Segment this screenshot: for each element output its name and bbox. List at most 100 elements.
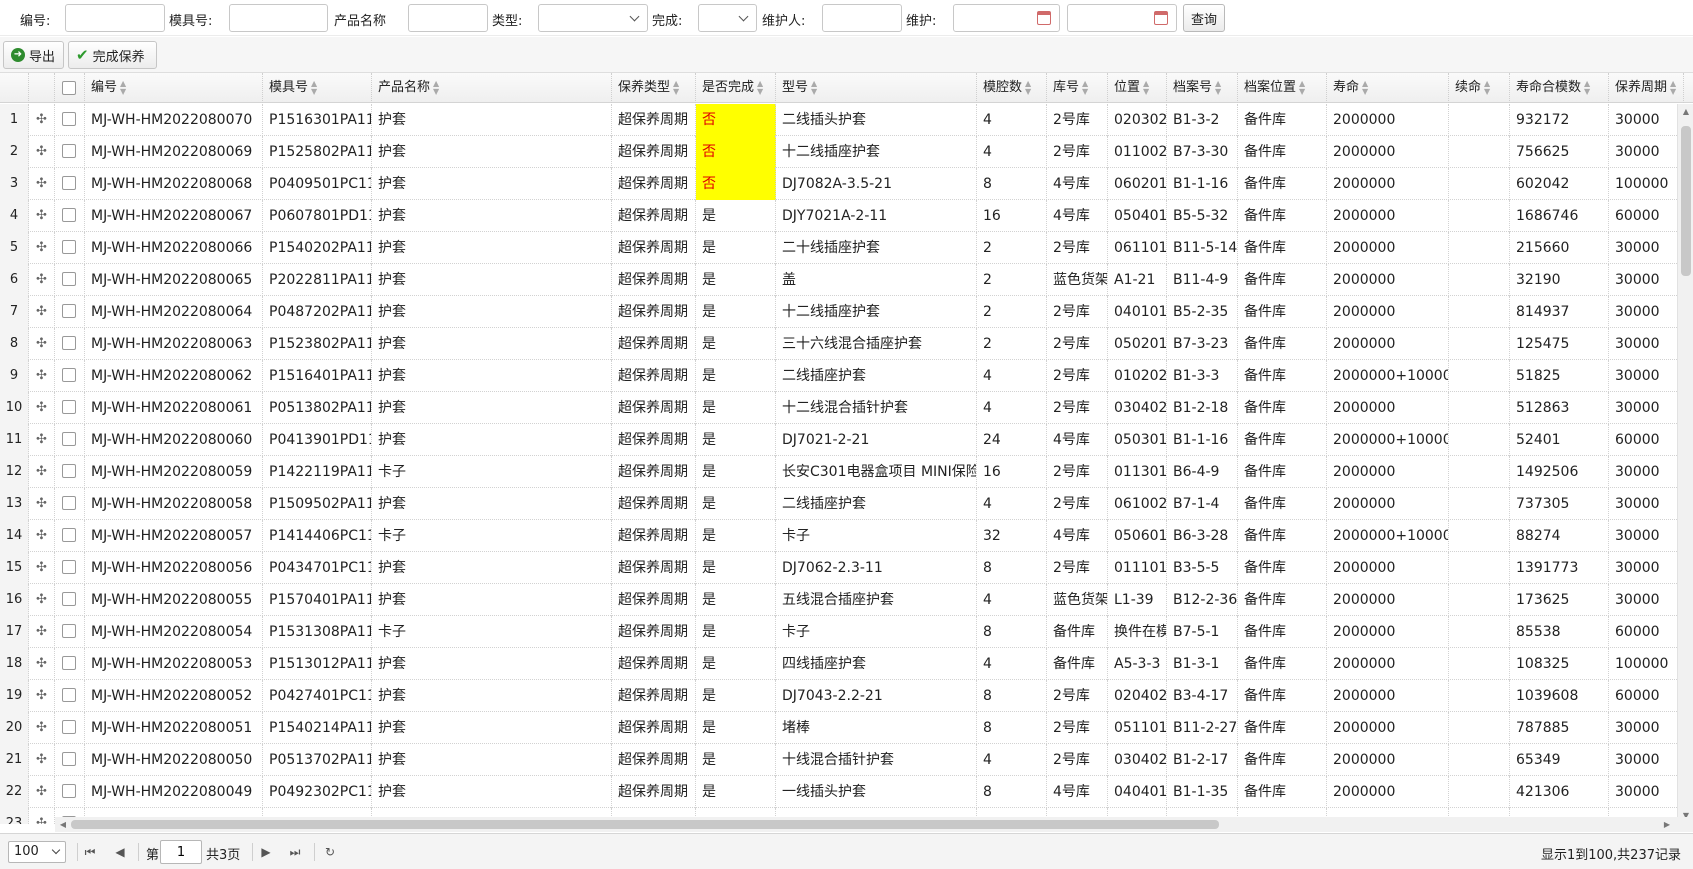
- table-row[interactable]: 2 ✣ MJ-WH-HM2022080069 P1525802PA11 护套 超保养周期否…: [0, 136, 1693, 168]
- column-header-maintenance-cycle[interactable]: 保养周期 ▲ ▼: [1609, 73, 1684, 103]
- expand-row-icon[interactable]: ✣: [29, 520, 55, 552]
- row-checkbox[interactable]: [62, 400, 76, 414]
- expand-row-icon[interactable]: ✣: [29, 488, 55, 520]
- next-page-icon[interactable]: ▶: [256, 842, 276, 862]
- sort-icon[interactable]: ▲ ▼: [1670, 79, 1676, 96]
- page-size-select[interactable]: 100: [8, 841, 66, 863]
- sort-icon[interactable]: ▲ ▼: [1299, 79, 1305, 96]
- horizontal-scrollbar[interactable]: ◀ ▶: [55, 817, 1693, 832]
- table-row[interactable]: 8 ✣ MJ-WH-HM2022080063 P1523802PA11 护套 超保养周期是…: [0, 328, 1693, 360]
- expand-row-icon[interactable]: ✣: [29, 552, 55, 584]
- expand-row-icon[interactable]: ✣: [29, 808, 55, 824]
- row-checkbox[interactable]: [62, 144, 76, 158]
- row-checkbox[interactable]: [62, 496, 76, 510]
- sort-icon[interactable]: ▲ ▼: [811, 79, 817, 96]
- expand-row-icon[interactable]: ✣: [29, 232, 55, 264]
- expand-row-icon[interactable]: ✣: [29, 328, 55, 360]
- expand-row-icon[interactable]: ✣: [29, 680, 55, 712]
- table-row[interactable]: 22 ✣ MJ-WH-HM2022080049 P0492302PC11 护套 超保养周期…: [0, 776, 1693, 808]
- table-row[interactable]: 16 ✣ MJ-WH-HM2022080055 P1570401PA11 护套 超保养周期…: [0, 584, 1693, 616]
- sort-icon[interactable]: ▲ ▼: [311, 79, 317, 96]
- scroll-left-arrow-icon[interactable]: ◀: [55, 817, 71, 832]
- column-header-life-mold-count[interactable]: 寿命合模数 ▲ ▼: [1510, 73, 1609, 103]
- sort-icon[interactable]: ▲ ▼: [1215, 79, 1221, 96]
- table-row[interactable]: 20 ✣ MJ-WH-HM2022080051 P1540214PA11 护套 超保养周期…: [0, 712, 1693, 744]
- row-checkbox[interactable]: [62, 208, 76, 222]
- header-row-checkbox[interactable]: [55, 73, 85, 103]
- expand-row-icon[interactable]: ✣: [29, 264, 55, 296]
- sort-icon[interactable]: ▲ ▼: [120, 79, 126, 96]
- maint-date-from[interactable]: [953, 4, 1060, 32]
- column-header-archive-location[interactable]: 档案位置 ▲ ▼: [1238, 73, 1327, 103]
- maint-date-to[interactable]: [1067, 4, 1177, 32]
- row-checkbox[interactable]: [62, 624, 76, 638]
- first-page-icon[interactable]: ⏮: [80, 842, 100, 862]
- row-checkbox[interactable]: [62, 336, 76, 350]
- expand-row-icon[interactable]: ✣: [29, 104, 55, 136]
- table-row[interactable]: 14 ✣ MJ-WH-HM2022080057 P1414406PC11 卡子 超保养周期…: [0, 520, 1693, 552]
- table-row[interactable]: 9 ✣ MJ-WH-HM2022080062 P1516401PA11 护套 超保养周期是…: [0, 360, 1693, 392]
- row-checkbox[interactable]: [62, 592, 76, 606]
- column-header-life-extension[interactable]: 续命 ▲ ▼: [1449, 73, 1510, 103]
- expand-row-icon[interactable]: ✣: [29, 168, 55, 200]
- done-select[interactable]: [698, 4, 757, 32]
- row-checkbox[interactable]: [62, 272, 76, 286]
- complete-maintenance-button[interactable]: ✔ 完成保养: [68, 41, 157, 69]
- column-header-is-completed[interactable]: 是否完成 ▲ ▼: [696, 73, 776, 103]
- row-checkbox[interactable]: [62, 784, 76, 798]
- row-checkbox[interactable]: [62, 176, 76, 190]
- row-checkbox[interactable]: [62, 304, 76, 318]
- export-button[interactable]: ➜ 导出: [3, 41, 64, 69]
- table-row[interactable]: 13 ✣ MJ-WH-HM2022080058 P1509502PA11 护套 超保养周期…: [0, 488, 1693, 520]
- table-row[interactable]: 19 ✣ MJ-WH-HM2022080052 P0427401PC11 护套 超保养周期…: [0, 680, 1693, 712]
- row-checkbox[interactable]: [62, 240, 76, 254]
- row-checkbox[interactable]: [62, 720, 76, 734]
- type-select[interactable]: [538, 4, 648, 32]
- sort-icon[interactable]: ▲ ▼: [1362, 79, 1368, 96]
- row-checkbox[interactable]: [62, 752, 76, 766]
- vertical-scrollbar[interactable]: ▲ ▼: [1677, 104, 1693, 824]
- expand-row-icon[interactable]: ✣: [29, 360, 55, 392]
- row-checkbox[interactable]: [62, 368, 76, 382]
- vertical-scroll-thumb[interactable]: [1681, 126, 1691, 276]
- expand-row-icon[interactable]: ✣: [29, 424, 55, 456]
- table-row[interactable]: 21 ✣ MJ-WH-HM2022080050 P0513702PA11 护套 超保养周期…: [0, 744, 1693, 776]
- row-checkbox[interactable]: [62, 464, 76, 478]
- scroll-right-arrow-icon[interactable]: ▶: [1659, 817, 1675, 832]
- row-checkbox[interactable]: [62, 560, 76, 574]
- maintainer-input[interactable]: [822, 4, 902, 32]
- table-row[interactable]: 17 ✣ MJ-WH-HM2022080054 P1531308PA11 卡子 超保养周期…: [0, 616, 1693, 648]
- calendar-icon[interactable]: [1037, 11, 1051, 25]
- expand-row-icon[interactable]: ✣: [29, 456, 55, 488]
- column-header-life[interactable]: 寿命 ▲ ▼: [1327, 73, 1449, 103]
- sort-icon[interactable]: ▲ ▼: [1082, 79, 1088, 96]
- column-header-maintenance-type[interactable]: 保养类型 ▲ ▼: [612, 73, 696, 103]
- table-row[interactable]: 7 ✣ MJ-WH-HM2022080064 P0487202PA11 护套 超保养周期是…: [0, 296, 1693, 328]
- table-row[interactable]: 5 ✣ MJ-WH-HM2022080066 P1540202PA11 护套 超保养周期是…: [0, 232, 1693, 264]
- sort-icon[interactable]: ▲ ▼: [1143, 79, 1149, 96]
- table-row[interactable]: 12 ✣ MJ-WH-HM2022080059 P1422119PA11 卡子 超保养周期…: [0, 456, 1693, 488]
- table-row[interactable]: 1 ✣ MJ-WH-HM2022080070 P1516301PA11 护套 超保养周期否…: [0, 104, 1693, 136]
- last-page-icon[interactable]: ⏭: [285, 842, 305, 862]
- table-row[interactable]: 6 ✣ MJ-WH-HM2022080065 P2022811PA11 护套 超保养周期是…: [0, 264, 1693, 296]
- expand-row-icon[interactable]: ✣: [29, 136, 55, 168]
- expand-row-icon[interactable]: ✣: [29, 648, 55, 680]
- table-row[interactable]: 15 ✣ MJ-WH-HM2022080056 P0434701PC11 护套 超保养周期…: [0, 552, 1693, 584]
- row-checkbox[interactable]: [62, 528, 76, 542]
- row-checkbox[interactable]: [62, 112, 76, 126]
- column-header-cavity-count[interactable]: 模腔数 ▲ ▼: [977, 73, 1047, 103]
- table-row[interactable]: 18 ✣ MJ-WH-HM2022080053 P1513012PA11 护套 超保养周期…: [0, 648, 1693, 680]
- sort-icon[interactable]: ▲ ▼: [1584, 79, 1590, 96]
- sort-icon[interactable]: ▲ ▼: [1484, 79, 1490, 96]
- table-row[interactable]: 4 ✣ MJ-WH-HM2022080067 P0607801PD11 护套 超保养周期是…: [0, 200, 1693, 232]
- column-header-warehouse[interactable]: 库号 ▲ ▼: [1047, 73, 1108, 103]
- column-header-location[interactable]: 位置 ▲ ▼: [1108, 73, 1167, 103]
- row-checkbox[interactable]: [62, 656, 76, 670]
- sort-icon[interactable]: ▲ ▼: [757, 79, 763, 96]
- prev-page-icon[interactable]: ◀: [110, 842, 130, 862]
- expand-row-icon[interactable]: ✣: [29, 584, 55, 616]
- expand-row-icon[interactable]: ✣: [29, 776, 55, 808]
- scroll-up-arrow-icon[interactable]: ▲: [1678, 104, 1693, 120]
- table-row[interactable]: 10 ✣ MJ-WH-HM2022080061 P0513802PA11 护套 超保养周期…: [0, 392, 1693, 424]
- expand-row-icon[interactable]: ✣: [29, 296, 55, 328]
